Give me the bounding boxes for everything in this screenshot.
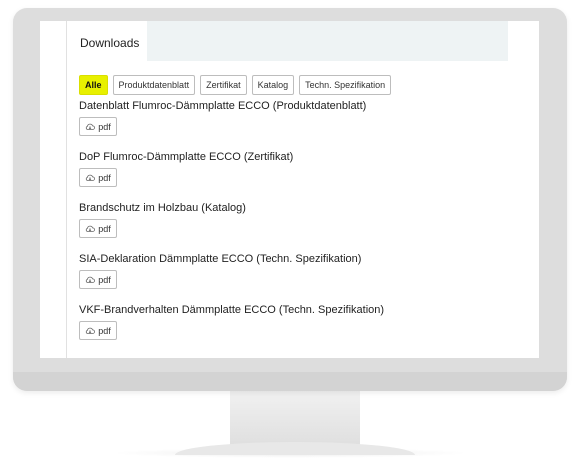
filter-bar: Alle Produktdatenblatt Zertifikat Katalo… [79,75,392,95]
list-item: Brandschutz im Holzbau (Katalog) pdf [79,201,499,252]
tab-downloads[interactable]: Downloads [67,21,147,61]
cloud-download-icon [85,327,96,335]
filter-zertifikat-button[interactable]: Zertifikat [200,75,247,95]
filter-produktdatenblatt-button[interactable]: Produktdatenblatt [112,75,196,95]
monitor-chin [13,372,567,391]
download-title: DoP Flumroc-Dämmplatte ECCO (Zertifikat) [79,151,294,163]
pdf-download-button[interactable]: pdf [79,270,117,289]
list-item: SIA-Deklaration Dämmplatte ECCO (Techn. … [79,252,499,303]
cloud-download-icon [85,174,96,182]
filter-techn-spezifikation-button[interactable]: Techn. Spezifikation [299,75,392,95]
download-title: Datenblatt Flumroc-Dämmplatte ECCO (Prod… [79,100,367,112]
download-title: Brandschutz im Holzbau (Katalog) [79,202,246,214]
download-title: VKF-Brandverhalten Dämmplatte ECCO (Tech… [79,304,385,316]
download-title: SIA-Deklaration Dämmplatte ECCO (Techn. … [79,253,362,265]
monitor-screen: Downloads Alle Produktdatenblatt Zertifi… [40,21,539,358]
downloads-panel: Downloads Alle Produktdatenblatt Zertifi… [66,21,508,358]
monitor-stand-neck [230,391,360,449]
filter-all-button[interactable]: Alle [79,75,108,95]
tab-bar: Downloads [67,21,508,61]
cloud-download-icon [85,123,96,131]
list-item: DoP Flumroc-Dämmplatte ECCO (Zertifikat)… [79,150,499,201]
pdf-download-button[interactable]: pdf [79,219,117,238]
pdf-label: pdf [98,121,111,132]
pdf-download-button[interactable]: pdf [79,117,117,136]
filter-katalog-button[interactable]: Katalog [251,75,295,95]
pdf-label: pdf [98,223,111,234]
pdf-label: pdf [98,325,111,336]
cloud-download-icon [85,225,96,233]
pdf-download-button[interactable]: pdf [79,321,117,340]
pdf-label: pdf [98,172,111,183]
monitor-stand-base [175,442,415,455]
list-item: VKF-Brandverhalten Dämmplatte ECCO (Tech… [79,303,499,354]
download-list: Datenblatt Flumroc-Dämmplatte ECCO (Prod… [79,99,499,354]
pdf-download-button[interactable]: pdf [79,168,117,187]
pdf-label: pdf [98,274,111,285]
cloud-download-icon [85,276,96,284]
list-item: Datenblatt Flumroc-Dämmplatte ECCO (Prod… [79,99,499,150]
